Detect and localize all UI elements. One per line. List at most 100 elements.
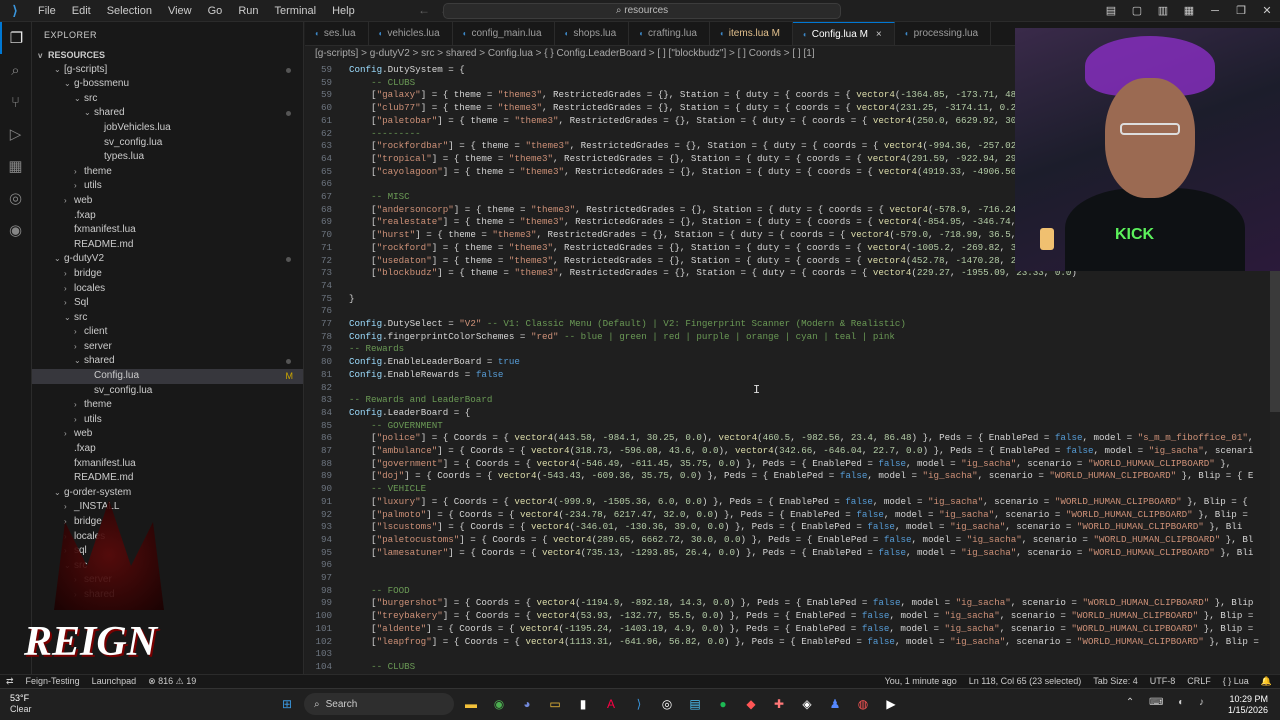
menu-edit[interactable]: Edit [64, 0, 99, 22]
split-icon[interactable]: ▥ [1150, 0, 1176, 22]
code-line[interactable]: 80 Config.EnableLeaderBoard = true [305, 356, 1280, 369]
terminal-icon[interactable]: ▮ [572, 693, 594, 715]
tree-item[interactable]: › utils [32, 413, 303, 428]
windows-start-icon[interactable]: ⊞ [276, 693, 298, 715]
adobe-icon[interactable]: A [600, 693, 622, 715]
tree-item[interactable]: fxmanifest.lua [32, 457, 303, 472]
tree-item[interactable]: sv_config.lua [32, 136, 303, 151]
scrollbar-thumb[interactable] [1270, 262, 1280, 412]
close-button[interactable]: ✕ [1254, 0, 1280, 22]
code-line[interactable]: 87 ["ambulance"] = { Coords = { vector4(… [305, 445, 1280, 458]
maximize-button[interactable]: ❐ [1228, 0, 1254, 22]
editor-tab[interactable]: ◐ crafting.lua [629, 22, 710, 45]
media-icon[interactable]: ▶ [880, 693, 902, 715]
tree-item[interactable]: › theme [32, 398, 303, 413]
discord-icon[interactable]: ◕ [516, 693, 538, 715]
tree-item[interactable]: › server [32, 340, 303, 355]
tree-item[interactable]: › web [32, 427, 303, 442]
code-line[interactable]: 94 ["paletocustoms"] = { Coords = { vect… [305, 534, 1280, 547]
explorer-icon[interactable]: ❐ [0, 22, 31, 54]
code-line[interactable]: 82 [305, 382, 1280, 395]
spotify-icon[interactable]: ● [712, 693, 734, 715]
tree-item[interactable]: › Sql [32, 296, 303, 311]
customize-layout-icon[interactable]: ▦ [1176, 0, 1202, 22]
remote-status-icon[interactable]: ⇄ [6, 675, 14, 688]
eol-status[interactable]: CRLF [1187, 675, 1211, 688]
tree-item[interactable]: ⌄ g-dutyV2 [32, 252, 303, 267]
obs-icon[interactable]: ◎ [656, 693, 678, 715]
tree-item[interactable]: types.lua [32, 150, 303, 165]
tree-item[interactable]: › bridge [32, 267, 303, 282]
app-icon[interactable]: ◆ [740, 693, 762, 715]
tree-item[interactable]: › locales [32, 282, 303, 297]
search-icon[interactable]: ⌕ [0, 54, 31, 86]
menu-go[interactable]: Go [200, 0, 231, 22]
notepad-icon[interactable]: ▤ [684, 693, 706, 715]
code-line[interactable]: 100 ["treybakery"] = { Coords = { vector… [305, 610, 1280, 623]
code-line[interactable]: 102 ["leapfrog"] = { Coords = { vector4(… [305, 636, 1280, 649]
system-tray[interactable]: ⌃ ⌨ ◐ ♪ [1126, 697, 1210, 708]
command-center-search[interactable]: ⌕ resources [443, 3, 841, 19]
tree-item[interactable]: › utils [32, 179, 303, 194]
extensions-icon[interactable]: ▦ [0, 150, 31, 182]
code-line[interactable]: 78 Config.fingerprintColorSchemes = "red"… [305, 331, 1280, 344]
code-line[interactable]: 84 Config.LeaderBoard = { [305, 407, 1280, 420]
encoding-status[interactable]: UTF-8 [1150, 675, 1176, 688]
code-line[interactable]: 103 [305, 648, 1280, 661]
code-line[interactable]: 93 ["lscustoms"] = { Coords = { vector4(… [305, 521, 1280, 534]
taskbar-clock[interactable]: 10:29 PM 1/15/2026 [1228, 694, 1268, 716]
tree-item[interactable]: Config.lua M [32, 369, 303, 384]
git-blame-status[interactable]: You, 1 minute ago [885, 675, 957, 688]
code-line[interactable]: 74 [305, 280, 1280, 293]
tree-item[interactable]: ⌄src [32, 311, 303, 326]
code-line[interactable]: 99 ["burgershot"] = { Coords = { vector4… [305, 597, 1280, 610]
vscode-icon[interactable]: ⟩ [628, 693, 650, 715]
code-line[interactable]: 86 ["police"] = { Coords = { vector4(443… [305, 432, 1280, 445]
code-line[interactable]: 85 -- GOVERNMENT [305, 420, 1280, 433]
tree-item[interactable]: ⌄ g-bossmenu [32, 77, 303, 92]
code-line[interactable]: 101 ["aldente"] = { Coords = { vector4(-… [305, 623, 1280, 636]
code-line[interactable]: 76 [305, 305, 1280, 318]
menu-view[interactable]: View [160, 0, 200, 22]
tree-item[interactable]: sv_config.lua [32, 384, 303, 399]
code-line[interactable]: 77 Config.DutySelect = "V2" -- V1: Classi… [305, 318, 1280, 331]
tab-size-status[interactable]: Tab Size: 4 [1093, 675, 1138, 688]
gitlens-icon[interactable]: ◉ [0, 214, 31, 246]
tree-item[interactable]: ⌄ [g-scripts] [32, 63, 303, 78]
code-line[interactable]: 97 [305, 572, 1280, 585]
code-line[interactable]: 92 ["palmoto"] = { Coords = { vector4(-2… [305, 509, 1280, 522]
editor-tab[interactable]: ◐ vehicles.lua [369, 22, 453, 45]
branch-status[interactable]: Feign-Testing [26, 675, 80, 688]
tree-item[interactable]: ⌄ shared [32, 106, 303, 121]
close-tab-icon[interactable]: × [876, 29, 882, 40]
tree-item[interactable]: ⌄src [32, 92, 303, 107]
remote-icon[interactable]: ◎ [0, 182, 31, 214]
tree-item[interactable]: fxmanifest.lua [32, 223, 303, 238]
minimize-button[interactable]: ─ [1202, 0, 1228, 22]
bell-icon[interactable]: 🔔 [1261, 675, 1272, 688]
editor-tab[interactable]: ◐ items.lua M [710, 22, 793, 45]
code-line[interactable]: 90 -- VEHICLE [305, 483, 1280, 496]
editor-tab[interactable]: ◐ config_main.lua [453, 22, 555, 45]
menu-selection[interactable]: Selection [99, 0, 160, 22]
code-line[interactable]: 91 ["luxury"] = { Coords = { vector4(-99… [305, 496, 1280, 509]
tree-root[interactable]: v RESOURCES [32, 48, 303, 63]
app-icon-3[interactable]: ◈ [796, 693, 818, 715]
code-line[interactable]: 75} [305, 293, 1280, 306]
tree-item[interactable]: › client [32, 325, 303, 340]
chrome-icon[interactable]: ◉ [488, 693, 510, 715]
app-icon-5[interactable]: ◍ [852, 693, 874, 715]
tree-item[interactable]: .fxap [32, 442, 303, 457]
tree-item[interactable]: › web [32, 194, 303, 209]
layout-icon[interactable]: ▤ [1098, 0, 1124, 22]
editor-tab[interactable]: ◐ shops.lua [555, 22, 630, 45]
weather-widget[interactable]: 53°F Clear [10, 693, 32, 715]
tree-item[interactable]: ⌄ shared [32, 354, 303, 369]
code-line[interactable]: 89 ["doj"] = { Coords = { vector4(-543.4… [305, 470, 1280, 483]
code-line[interactable]: 98 -- FOOD [305, 585, 1280, 598]
code-line[interactable]: 95 ["lamesatuner"] = { Coords = { vector… [305, 547, 1280, 560]
tree-item[interactable]: README.md [32, 238, 303, 253]
file-explorer-icon[interactable]: ▬ [460, 693, 482, 715]
menu-run[interactable]: Run [230, 0, 266, 22]
code-line[interactable]: 79 -- Rewards [305, 343, 1280, 356]
